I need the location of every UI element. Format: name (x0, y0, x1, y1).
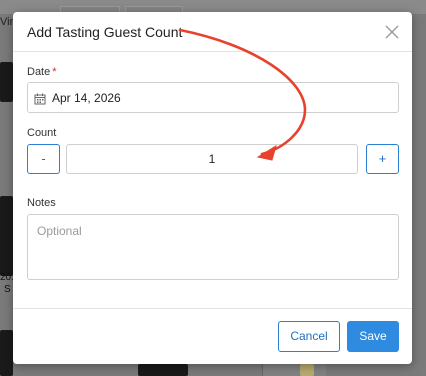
count-label: Count (27, 127, 57, 139)
background-product-image (138, 364, 188, 376)
notes-label: Notes (27, 197, 56, 209)
date-field[interactable]: Apr 14, 2026 (27, 82, 399, 113)
count-input[interactable]: 1 (66, 144, 358, 174)
background-product-image (0, 196, 13, 276)
add-guest-count-dialog: Add Tasting Guest Count Date * Apr 14, 20… (13, 12, 412, 364)
close-icon-glyph (385, 25, 399, 39)
cancel-button[interactable]: Cancel (278, 321, 340, 352)
background-card (262, 364, 326, 376)
calendar-icon (34, 92, 46, 105)
background-product-image (0, 62, 13, 102)
increment-button[interactable]: + (366, 144, 399, 174)
close-icon[interactable] (384, 24, 400, 40)
dialog-title: Add Tasting Guest Count (27, 24, 183, 40)
dialog-header: Add Tasting Guest Count (13, 12, 412, 52)
date-label: Date * (27, 66, 57, 78)
save-button[interactable]: Save (347, 321, 399, 352)
dialog-footer-divider (13, 308, 412, 309)
background-partial-text: S (4, 284, 11, 295)
background-product-image (0, 330, 13, 376)
background-product-image (300, 364, 314, 376)
decrement-button[interactable]: - (27, 144, 60, 174)
notes-textarea[interactable] (27, 214, 399, 280)
required-marker: * (52, 66, 57, 78)
date-label-text: Date (27, 66, 51, 78)
date-value: Apr 14, 2026 (52, 91, 121, 105)
